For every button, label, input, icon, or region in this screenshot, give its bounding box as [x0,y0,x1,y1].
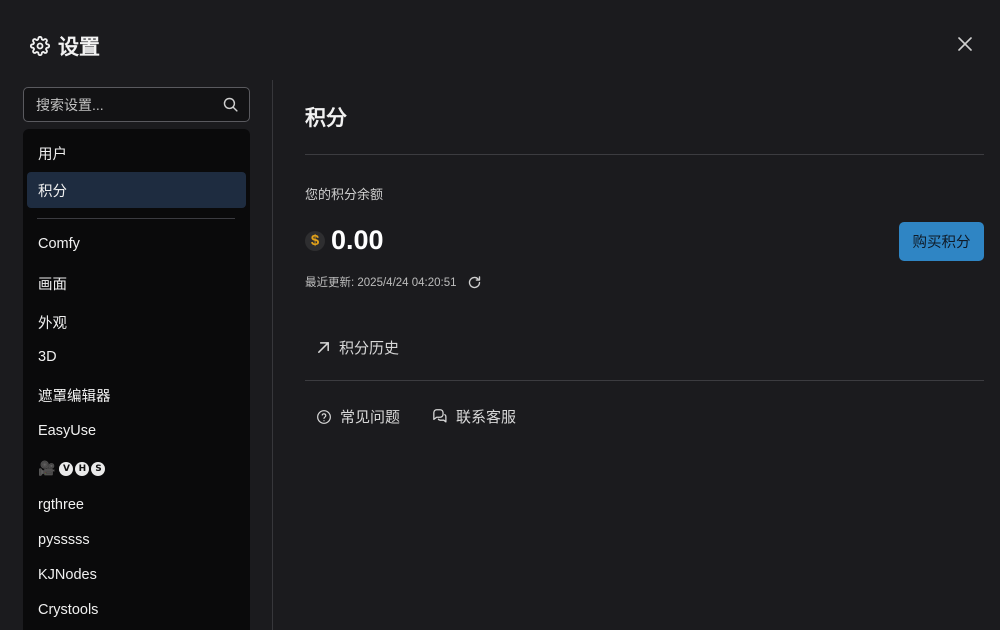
sidebar-item-label: 遮罩编辑器 [38,388,111,405]
page-title: 积分 [305,107,347,130]
sidebar-item-mask-editor[interactable]: 遮罩编辑器 [27,377,246,413]
vhs-badge-h: H [75,462,90,476]
sidebar-item-label: Comfy [38,236,80,252]
close-button[interactable] [953,32,977,56]
sidebar-item-easyuse[interactable]: EasyUse [27,413,246,449]
sidebar-item-comfy[interactable]: Comfy [27,226,246,262]
contact-support-label: 联系客服 [456,409,517,426]
gear-icon [30,36,50,56]
buy-credits-button[interactable]: 购买积分 [899,222,984,261]
dollar-icon: $ [305,230,325,251]
sidebar-item-lite-graph[interactable]: 画面 [27,265,246,301]
sidebar-item-appearance[interactable]: 外观 [27,304,246,340]
last-updated-text: 最近更新: 2025/4/24 04:20:51 [305,274,457,290]
arrow-up-right-icon [316,340,331,355]
last-updated: 最近更新: 2025/4/24 04:20:51 [305,274,482,290]
balance-amount: 0.00 [331,225,384,255]
sidebar-item-3d[interactable]: 3D [27,339,246,375]
movie-camera-icon: 🎥 [38,461,56,477]
sidebar-item-label: 画面 [38,276,67,293]
sidebar-item-label: EasyUse [38,423,97,439]
sidebar-divider [272,80,273,630]
sidebar-item-label: rgthree [38,497,84,513]
dialog-header: 设置 [30,30,100,62]
sidebar-item-user[interactable]: 用户 [27,135,246,171]
sidebar-item-label: Crystools [38,602,99,618]
sidebar-item-label: KJNodes [38,567,97,583]
sidebar-item-crystools[interactable]: Crystools [27,592,246,628]
credit-history-link[interactable]: 积分历史 [316,337,399,358]
dialog-title: 设置 [58,36,100,59]
balance-display: $ 0.00 [305,225,384,256]
search-input[interactable] [36,96,222,113]
refresh-icon[interactable] [467,275,482,290]
title-divider [305,154,984,155]
sidebar-item-label: 积分 [38,183,67,200]
sidebar-item-label: pysssss [38,532,90,548]
credit-history-label: 积分历史 [339,340,400,357]
sidebar-item-label: 3D [38,349,57,365]
question-circle-icon [316,409,332,425]
section-divider [305,380,984,381]
sidebar-item-credits[interactable]: 积分 [27,172,246,208]
chat-bubbles-icon [431,408,448,425]
vhs-badge-s: S [91,462,106,476]
close-icon [958,37,972,51]
nav-separator [37,218,235,219]
contact-support-link[interactable]: 联系客服 [431,406,516,427]
faq-link[interactable]: 常见问题 [316,406,400,427]
settings-search [23,87,250,122]
search-icon[interactable] [222,96,239,113]
faq-label: 常见问题 [340,409,401,426]
sidebar-item-label: 用户 [38,146,67,163]
sidebar-item-rgthree[interactable]: rgthree [27,487,246,523]
vhs-badge-v: V [59,462,74,476]
settings-nav: 用户 积分 Comfy 画面 外观 3D 遮罩编辑器 EasyUse 🎥 V H… [23,129,250,630]
sidebar-item-label: 外观 [38,315,67,332]
balance-label: 您的积分余额 [305,187,384,202]
sidebar-item-kjnodes[interactable]: KJNodes [27,557,246,593]
sidebar-item-vhs[interactable]: 🎥 V H S [27,451,246,487]
last-updated-value: 2025/4/24 04:20:51 [357,277,457,289]
last-updated-prefix: 最近更新: [305,277,358,289]
sidebar-item-pysssss[interactable]: pysssss [27,522,246,558]
